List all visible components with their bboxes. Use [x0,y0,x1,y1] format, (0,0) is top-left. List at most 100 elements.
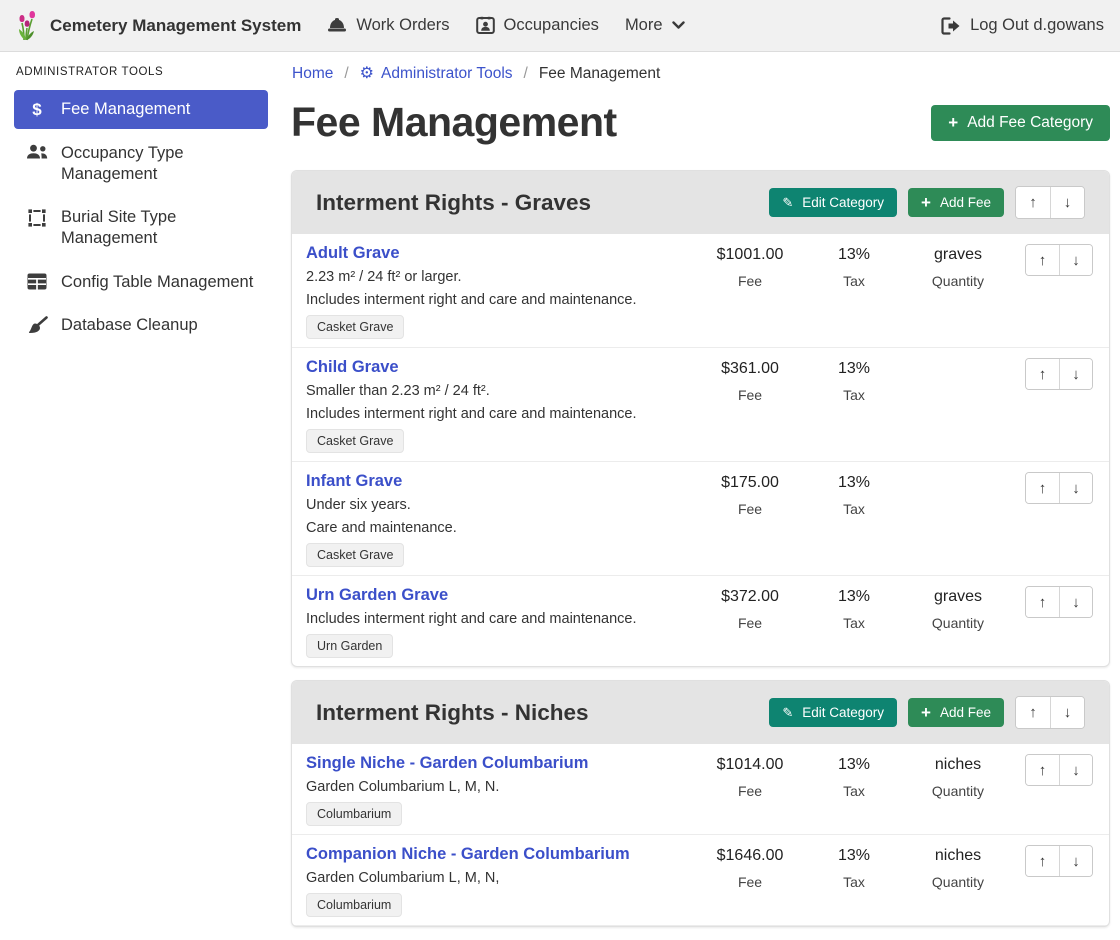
table-icon [26,273,48,290]
category-header: Interment Rights - Graves ✎ Edit Categor… [292,171,1109,234]
sidebar-item-occupancy-type-management[interactable]: Occupancy Type Management [14,134,268,193]
fee-category-card-niches: Interment Rights - Niches ✎ Edit Categor… [291,680,1110,927]
fee-name-link[interactable]: Urn Garden Grave [306,586,448,605]
fee-reorder-group: ↑ ↓ [1025,754,1093,786]
fee-type-badge: Casket Grave [306,429,404,453]
fee-reorder-group: ↑ ↓ [1025,244,1093,276]
fee-category-card-graves: Interment Rights - Graves ✎ Edit Categor… [291,170,1110,667]
fee-label: Fee [698,783,802,800]
fee-name-link[interactable]: Child Grave [306,358,399,377]
pencil-icon: ✎ [782,196,793,209]
fee-type-badge: Casket Grave [306,543,404,567]
fee-label: Fee [698,874,802,891]
fee-reorder-group: ↑ ↓ [1025,586,1093,618]
move-fee-down-button[interactable]: ↓ [1059,359,1092,389]
move-fee-down-button[interactable]: ↓ [1059,846,1092,876]
tax-value: 13% [802,245,906,264]
move-category-down-button[interactable]: ↓ [1050,697,1084,728]
fee-description: Garden Columbarium L, M, N. [306,779,690,796]
breadcrumb-current: Fee Management [539,65,661,83]
page-title: Fee Management [291,99,617,146]
fee-description: Includes interment right and care and ma… [306,292,690,309]
tax-value: 13% [802,755,906,774]
fee-description: Smaller than 2.23 m² / 24 ft². [306,383,690,400]
sidebar-item-config-table-management[interactable]: Config Table Management [14,263,268,302]
quantity-label: Quantity [906,874,1010,891]
move-fee-up-button[interactable]: ↑ [1026,245,1059,275]
fee-description: Under six years. [306,497,690,514]
move-fee-up-button[interactable]: ↑ [1026,359,1059,389]
quantity-label: Quantity [906,783,1010,800]
move-fee-up-button[interactable]: ↑ [1026,755,1059,785]
move-category-up-button[interactable]: ↑ [1016,187,1050,218]
add-fee-category-button[interactable]: + Add Fee Category [931,105,1110,141]
move-fee-up-button[interactable]: ↑ [1026,587,1059,617]
breadcrumb-home-link[interactable]: Home [292,65,333,83]
fee-description: Includes interment right and care and ma… [306,611,690,628]
move-fee-down-button[interactable]: ↓ [1059,587,1092,617]
sidebar-item-fee-management[interactable]: $ Fee Management [14,90,268,129]
fee-label: Fee [698,273,802,290]
sidebar-item-label: Config Table Management [61,272,253,293]
tax-value: 13% [802,846,906,865]
sidebar-item-label: Occupancy Type Management [61,143,256,184]
sidebar-item-burial-site-type-management[interactable]: Burial Site Type Management [14,198,268,257]
main-content: Home / ⚙ Administrator Tools / Fee Manag… [280,52,1120,940]
quantity-value: niches [906,755,1010,774]
tax-label: Tax [802,783,906,800]
sidebar-item-label: Database Cleanup [61,315,198,336]
site-frame-icon [26,208,48,228]
move-category-up-button[interactable]: ↑ [1016,697,1050,728]
fee-amount: $372.00 [698,587,802,606]
tax-label: Tax [802,874,906,891]
category-title: Interment Rights - Graves [316,190,769,216]
plus-icon: + [921,196,931,210]
gear-icon: ⚙ [360,66,374,82]
users-icon [26,144,48,160]
logout-button[interactable]: Log Out d.gowans [941,16,1104,35]
fee-amount: $1646.00 [698,846,802,865]
add-fee-button[interactable]: + Add Fee [908,188,1004,217]
logout-icon [941,17,961,35]
chevron-down-icon [672,21,685,30]
fee-description: Includes interment right and care and ma… [306,406,690,423]
fee-reorder-group: ↑ ↓ [1025,845,1093,877]
fee-name-link[interactable]: Infant Grave [306,472,402,491]
nav-more[interactable]: More [625,16,685,35]
move-category-down-button[interactable]: ↓ [1050,187,1084,218]
plus-icon: + [921,706,931,720]
fee-reorder-group: ↑ ↓ [1025,358,1093,390]
tax-label: Tax [802,273,906,290]
breadcrumb: Home / ⚙ Administrator Tools / Fee Manag… [292,65,1110,83]
move-fee-down-button[interactable]: ↓ [1059,473,1092,503]
nav-work-orders[interactable]: Work Orders [327,16,449,35]
fee-amount: $1001.00 [698,245,802,264]
fee-name-link[interactable]: Adult Grave [306,244,400,263]
tax-value: 13% [802,473,906,492]
nav-occupancies-label: Occupancies [504,16,599,35]
fee-type-badge: Casket Grave [306,315,404,339]
quantity-empty [906,472,1010,473]
edit-category-button[interactable]: ✎ Edit Category [769,188,897,217]
move-fee-down-button[interactable]: ↓ [1059,755,1092,785]
move-fee-up-button[interactable]: ↑ [1026,846,1059,876]
category-title: Interment Rights - Niches [316,700,769,726]
hard-hat-icon [327,17,347,34]
category-reorder-group: ↑ ↓ [1015,186,1085,219]
add-fee-button[interactable]: + Add Fee [908,698,1004,727]
fee-name-link[interactable]: Single Niche - Garden Columbarium [306,754,588,773]
nav-occupancies[interactable]: Occupancies [476,16,599,35]
move-fee-down-button[interactable]: ↓ [1059,245,1092,275]
quantity-empty [906,358,1010,359]
edit-category-button[interactable]: ✎ Edit Category [769,698,897,727]
tulip-logo-icon [16,11,40,41]
move-fee-up-button[interactable]: ↑ [1026,473,1059,503]
tax-label: Tax [802,615,906,632]
breadcrumb-admin-tools-link[interactable]: ⚙ Administrator Tools [360,65,513,83]
fee-name-link[interactable]: Companion Niche - Garden Columbarium [306,845,630,864]
sidebar-item-database-cleanup[interactable]: Database Cleanup [14,306,268,345]
fee-row-infant-grave: Infant Grave Under six years. Care and m… [292,462,1109,576]
fee-type-badge: Columbarium [306,802,402,826]
plus-icon: + [948,116,958,130]
sidebar-item-label: Fee Management [61,99,190,120]
